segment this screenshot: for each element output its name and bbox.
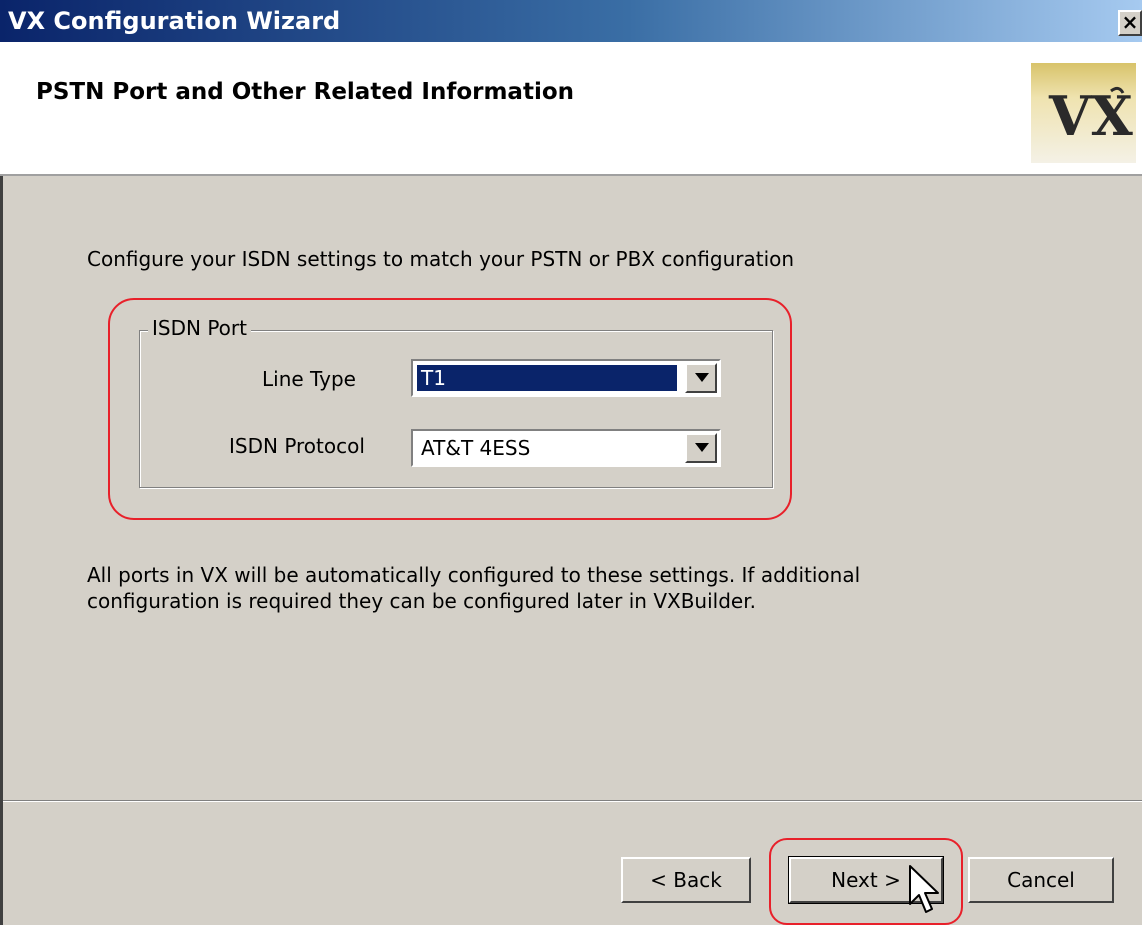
title-bar[interactable]: VX Configuration Wizard × xyxy=(0,0,1142,42)
back-button[interactable]: < Back xyxy=(621,857,751,903)
page-title: PSTN Port and Other Related Information xyxy=(36,79,575,105)
wizard-body xyxy=(3,176,1142,925)
instruction-text: Configure your ISDN settings to match yo… xyxy=(87,247,795,271)
vx-logo: VX xyxy=(1031,63,1136,163)
mouse-pointer-icon xyxy=(909,865,939,913)
logo-text: VX xyxy=(1048,84,1133,148)
isdn-port-highlight xyxy=(108,298,792,520)
configuration-note: All ports in VX will be automatically co… xyxy=(87,563,861,613)
wizard-header: PSTN Port and Other Related Information … xyxy=(0,42,1142,176)
cancel-button[interactable]: Cancel xyxy=(968,857,1114,903)
button-separator xyxy=(3,800,1142,802)
close-button[interactable]: × xyxy=(1118,10,1142,36)
window-border xyxy=(0,176,3,925)
wizard-window: VX Configuration Wizard × PSTN Port and … xyxy=(0,0,1142,925)
window-title: VX Configuration Wizard xyxy=(8,7,341,35)
close-icon: × xyxy=(1121,10,1139,34)
